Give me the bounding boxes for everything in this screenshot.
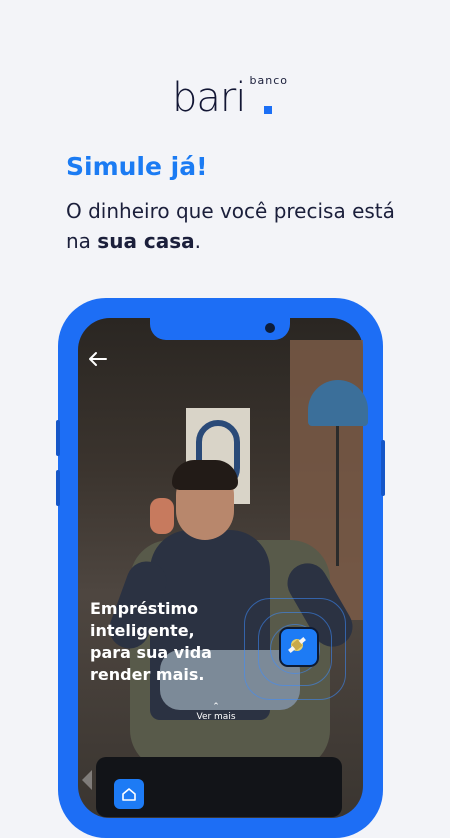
see-more-label: Ver mais xyxy=(196,712,236,722)
see-more-button[interactable]: ⌃ Ver mais xyxy=(196,702,236,722)
logo-dot xyxy=(264,106,272,114)
scene-person-hair xyxy=(172,460,238,490)
subline-bold-text: sua casa xyxy=(97,229,195,253)
chevron-up-icon: ⌃ xyxy=(212,702,220,712)
back-arrow-icon[interactable] xyxy=(86,348,108,370)
subline-period: . xyxy=(194,229,202,253)
home-icon[interactable] xyxy=(114,779,144,809)
phone-camera xyxy=(265,323,275,333)
bari-logo: banco bari xyxy=(172,74,292,118)
phone-volume-button xyxy=(56,420,60,456)
subline: O dinheiro que você precisa está na sua … xyxy=(66,196,406,256)
scene-vase xyxy=(150,498,174,534)
previous-arrow-icon[interactable] xyxy=(82,770,92,790)
promo-text: Empréstimo inteligente, para sua vida re… xyxy=(90,599,212,684)
phone-power-button xyxy=(381,440,385,496)
coin-satellite-icon[interactable] xyxy=(279,627,319,667)
phone-volume-button xyxy=(56,470,60,506)
headline: Simule já! xyxy=(66,152,208,181)
logo-banco-label: banco xyxy=(249,74,288,87)
logo-bari-wordmark: bari xyxy=(172,75,246,121)
scene-lamp-pole xyxy=(336,426,339,566)
